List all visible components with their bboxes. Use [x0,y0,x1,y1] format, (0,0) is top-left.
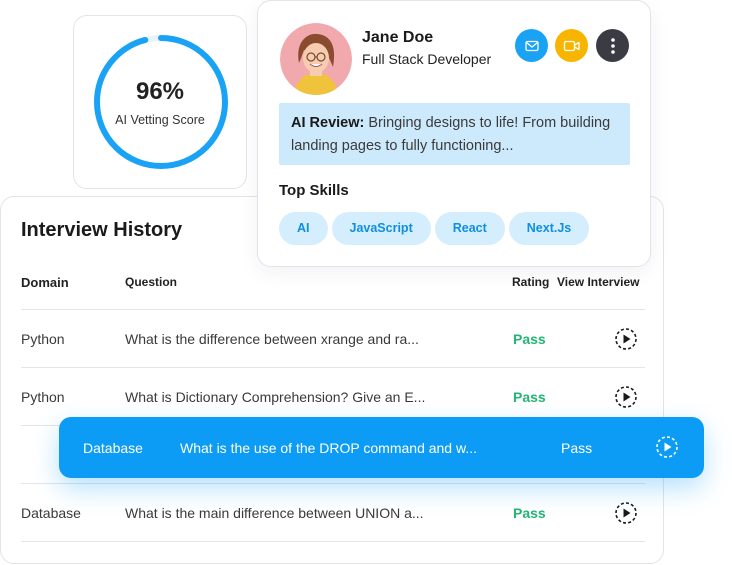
score-label: AI Vetting Score [115,113,205,127]
mail-icon [524,40,539,51]
ai-review-label: AI Review: [291,115,365,131]
row-domain: Python [21,331,65,347]
candidate-role: Full Stack Developer [362,51,492,67]
candidate-profile-card: Jane Doe Full Stack Developer AI Review:… [257,0,651,267]
row-question: What is Dictionary Comprehension? Give a… [125,389,426,405]
play-interview-icon[interactable] [655,435,679,459]
table-row[interactable]: Database What is the main difference bet… [1,495,665,531]
row-question: What is the main difference between UNIO… [125,505,424,521]
divider [21,367,645,368]
divider [21,483,645,484]
row-question: What is the use of the DROP command and … [180,440,477,456]
vetting-score-card: 96% AI Vetting Score [73,15,247,189]
row-domain: Database [21,505,81,521]
table-row-highlighted[interactable]: Database What is the use of the DROP com… [59,417,704,478]
play-interview-icon[interactable] [614,327,638,351]
skill-chip[interactable]: JavaScript [331,212,431,245]
history-title: Interview History [21,219,183,241]
row-rating: Pass [513,331,546,347]
row-domain: Database [83,440,143,456]
video-call-button[interactable] [555,29,588,62]
ai-review-box: AI Review: Bringing designs to life! Fro… [279,103,630,165]
table-row[interactable]: Python What is the difference between xr… [1,321,665,357]
row-question: What is the difference between xrange an… [125,331,419,347]
row-domain: Python [21,389,65,405]
avatar [280,23,352,95]
column-header-domain: Domain [21,275,69,290]
score-value: 96% [135,78,185,105]
play-interview-icon[interactable] [614,501,638,525]
skill-chip[interactable]: AI [279,212,328,245]
row-rating: Pass [513,505,546,521]
row-rating: Pass [513,389,546,405]
email-button[interactable] [515,29,548,62]
candidate-name: Jane Doe [362,29,434,46]
divider [21,309,645,310]
play-interview-icon[interactable] [614,385,638,409]
column-header-view-interview: View Interview [557,275,640,289]
column-header-rating: Rating [512,275,550,289]
video-camera-icon [563,40,580,51]
avatar-photo-icon [280,23,352,95]
skill-chip[interactable]: Next.Js [508,212,590,245]
more-options-button[interactable] [596,29,629,62]
table-row[interactable]: Python What is Dictionary Comprehension?… [1,379,665,415]
skill-chip[interactable]: React [434,212,505,245]
skills-list: AI JavaScript React Next.Js [279,212,590,245]
more-vertical-icon [610,37,615,54]
row-rating: Pass [561,440,593,456]
divider [21,541,645,542]
top-skills-title: Top Skills [279,182,349,199]
column-header-question: Question [125,275,178,289]
